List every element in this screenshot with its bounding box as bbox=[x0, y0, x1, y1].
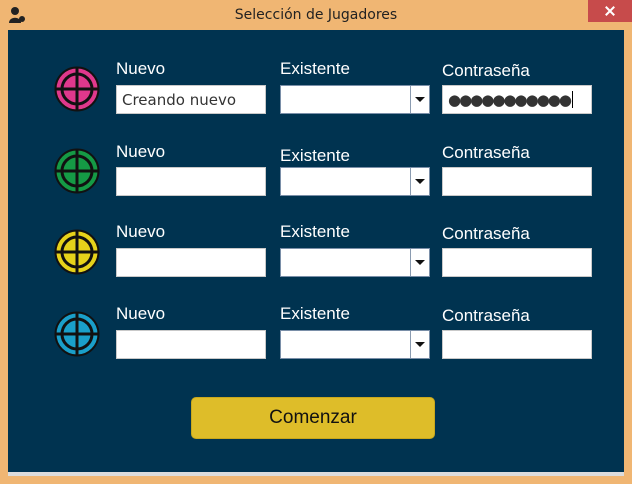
start-button[interactable]: Comenzar bbox=[191, 397, 435, 439]
chevron-down-icon[interactable] bbox=[410, 86, 429, 113]
chevron-down-icon[interactable] bbox=[410, 249, 429, 276]
password-label-1: Contraseña bbox=[442, 61, 530, 80]
chevron-down-icon[interactable] bbox=[410, 168, 429, 195]
password-label-4: Contraseña bbox=[442, 306, 530, 325]
password-input-2[interactable] bbox=[442, 167, 592, 196]
new-label-4: Nuevo bbox=[116, 304, 166, 323]
window-title: Selección de Jugadores bbox=[234, 7, 398, 23]
password-input-3[interactable] bbox=[442, 248, 592, 277]
password-input-1[interactable]: ●●●●●●●●●●● bbox=[442, 85, 592, 114]
close-button[interactable] bbox=[588, 0, 632, 22]
password-value-1: ●●●●●●●●●●● bbox=[448, 91, 572, 109]
title-bar: Selección de Jugadores bbox=[0, 0, 632, 30]
existing-label-3: Existente bbox=[280, 222, 350, 241]
text-caret bbox=[571, 91, 573, 108]
existing-label-4: Existente bbox=[280, 304, 350, 323]
new-player-input-2[interactable] bbox=[116, 167, 266, 196]
existing-player-select-1[interactable] bbox=[280, 85, 430, 114]
password-label-3: Contraseña bbox=[442, 224, 530, 243]
main-panel: Nuevo Creando nuevo Existente Contraseña… bbox=[8, 30, 624, 474]
existing-player-select-2[interactable] bbox=[280, 167, 430, 196]
password-input-4[interactable] bbox=[442, 330, 592, 359]
new-player-input-3[interactable] bbox=[116, 248, 266, 277]
existing-player-select-3[interactable] bbox=[280, 248, 430, 277]
existing-label-1: Existente bbox=[280, 59, 350, 78]
player-3-token-icon bbox=[54, 229, 100, 275]
player-2-token-icon bbox=[54, 148, 100, 194]
existing-label-2: Existente bbox=[280, 146, 350, 165]
new-label-3: Nuevo bbox=[116, 222, 166, 241]
player-1-token-icon bbox=[54, 66, 100, 112]
player-4-token-icon bbox=[54, 311, 100, 357]
password-label-2: Contraseña bbox=[442, 143, 530, 162]
new-player-input-1[interactable]: Creando nuevo bbox=[116, 85, 266, 114]
new-player-input-4[interactable] bbox=[116, 330, 266, 359]
existing-player-select-4[interactable] bbox=[280, 330, 430, 359]
new-label-1: Nuevo bbox=[116, 59, 166, 78]
chevron-down-icon[interactable] bbox=[410, 331, 429, 358]
new-label-2: Nuevo bbox=[116, 142, 166, 161]
status-strip bbox=[8, 472, 624, 476]
